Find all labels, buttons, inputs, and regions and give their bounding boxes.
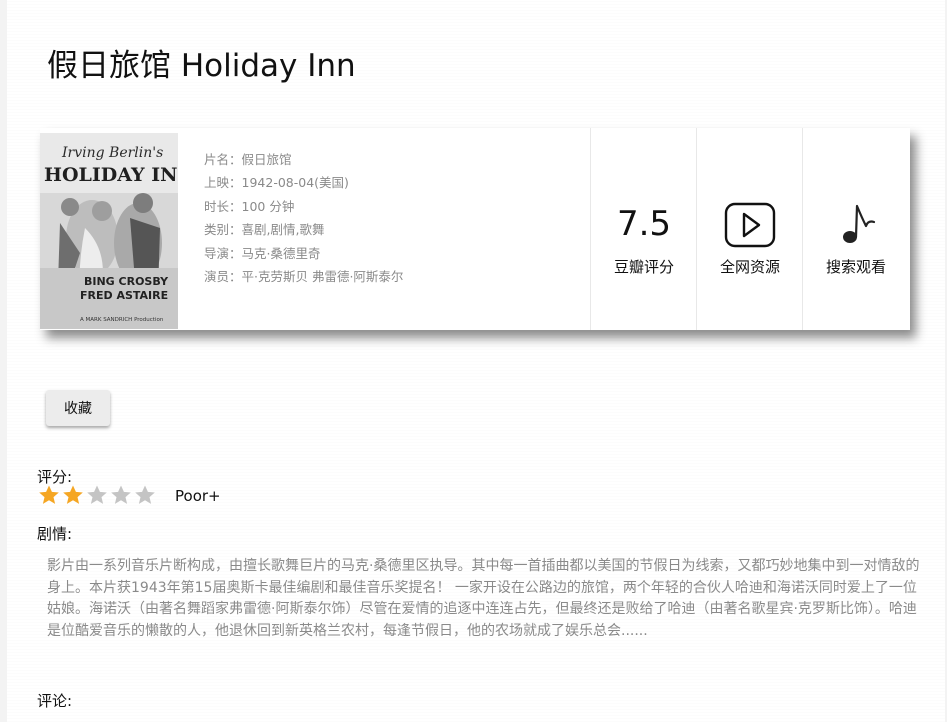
poster-credit-text: A MARK SANDRICH Production xyxy=(80,317,164,323)
search-watch-button[interactable]: 搜索观看 xyxy=(802,128,909,330)
search-watch-label: 搜索观看 xyxy=(825,258,886,276)
info-row-director: 导演：马克·桑德里奇 xyxy=(204,245,321,261)
play-icon xyxy=(724,202,776,248)
comment-label: 评论: xyxy=(37,692,73,710)
info-row-duration: 时长：100 分钟 xyxy=(204,198,295,214)
star-icon-4[interactable] xyxy=(110,484,132,506)
music-note-icon xyxy=(830,202,882,248)
info-row-release: 上映：1942-08-04(美国) xyxy=(204,175,349,191)
douban-score: 7.5 xyxy=(616,204,672,244)
info-row-genre: 类别：喜剧,剧情,歌舞 xyxy=(204,222,325,238)
douban-score-label: 豆瓣评分 xyxy=(613,258,674,276)
star-icon-2[interactable] xyxy=(62,484,84,506)
all-resources-label: 全网资源 xyxy=(719,258,780,276)
favorite-button[interactable]: 收藏 xyxy=(46,390,110,426)
info-row-cast: 演员：平·克劳斯贝 弗雷德·阿斯泰尔 xyxy=(204,269,404,285)
all-resources-button[interactable]: 全网资源 xyxy=(696,128,803,330)
rating-stars[interactable] xyxy=(38,484,156,508)
page: 假日旅馆 Holiday Inn Irving Berlin's HOLIDAY… xyxy=(7,0,945,722)
star-icon-1[interactable] xyxy=(38,484,60,506)
star-icon-5[interactable] xyxy=(134,484,156,506)
movie-info: 片名：假日旅馆 上映：1942-08-04(美国) 时长：100 分钟 类别：喜… xyxy=(204,148,416,288)
plot-text: 影片由一系列音乐片断构成，由擅长歌舞巨片的马克·桑德里区执导。其中每一首插曲都以… xyxy=(47,558,920,639)
poster-cast1-text: BING CROSBY xyxy=(84,275,169,288)
movie-poster[interactable]: Irving Berlin's HOLIDAY INN BING CROSBY … xyxy=(40,133,178,329)
star-icon-3[interactable] xyxy=(86,484,108,506)
poster-top-text: Irving Berlin's xyxy=(61,145,163,161)
rating-text: Poor+ xyxy=(175,487,221,505)
poster-main-text: HOLIDAY INN xyxy=(44,164,178,186)
page-title: 假日旅馆 Holiday Inn xyxy=(47,48,356,84)
poster-cast2-text: FRED ASTAIRE xyxy=(80,289,168,302)
movie-card: Irving Berlin's HOLIDAY INN BING CROSBY … xyxy=(40,128,910,330)
douban-score-panel[interactable]: 7.5 豆瓣评分 xyxy=(590,128,697,330)
plot-label: 剧情: xyxy=(37,525,73,543)
info-row-name: 片名：假日旅馆 xyxy=(204,152,292,167)
